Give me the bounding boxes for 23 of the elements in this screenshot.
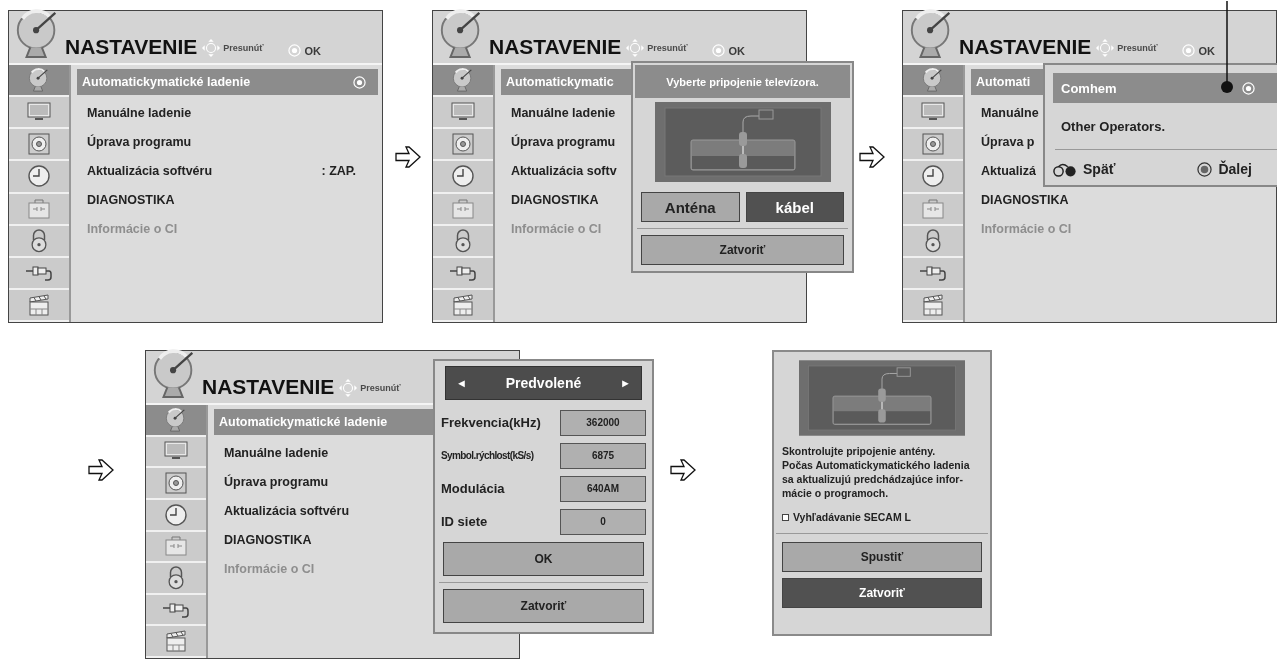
menu-title: NASTAVENIE xyxy=(65,36,198,57)
field-label: Modulácia xyxy=(441,481,505,496)
checkbox-label: Vyhľadávanie SECAM L xyxy=(793,511,912,523)
field-label: ID siete xyxy=(441,514,488,529)
back-label: Späť xyxy=(1083,161,1116,177)
field-label: Symbol.rýchlost(kS/s) xyxy=(441,450,534,461)
preset-value: Predvolené xyxy=(505,375,582,391)
ok-hint: OK xyxy=(304,44,322,57)
move-hint: Presunúť xyxy=(360,383,401,393)
move-hint: Presunúť xyxy=(1117,43,1158,53)
instruction-text: Skontrolujte pripojenie antény. Počas Automatickymatického ladenia sa aktualizujú predchádzajúce infor- mácie o programoch. xyxy=(782,444,971,500)
ok-hint: OK xyxy=(1198,44,1216,57)
next-label: Ďalej xyxy=(1218,161,1252,177)
dialog-title: Vyberte pripojenie televízora. xyxy=(635,65,850,98)
move-hint: Presunúť xyxy=(647,43,688,53)
ok-hint: OK xyxy=(728,44,746,57)
menu-title: NASTAVENIE xyxy=(202,376,335,397)
menu-title: NASTAVENIE xyxy=(959,36,1092,57)
move-hint: Presunúť xyxy=(223,43,264,53)
right-arrow-icon: ► xyxy=(620,377,631,389)
menu-title: NASTAVENIE xyxy=(489,36,622,57)
setting-value: : ZAP. xyxy=(321,163,356,178)
left-arrow-icon: ◄ xyxy=(456,377,467,389)
